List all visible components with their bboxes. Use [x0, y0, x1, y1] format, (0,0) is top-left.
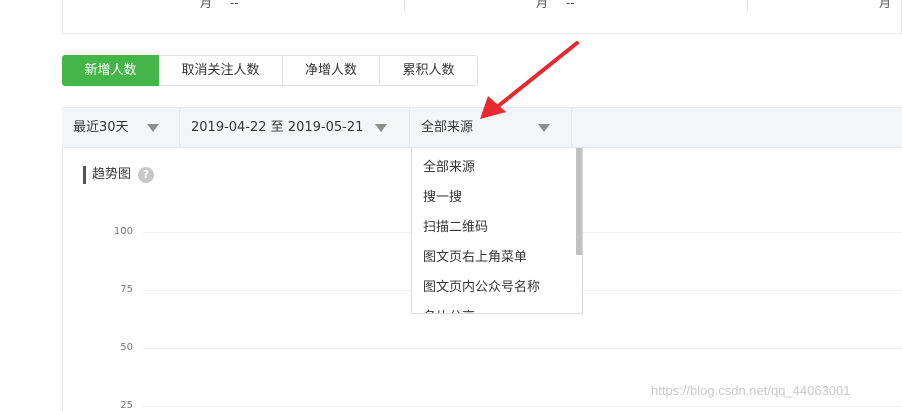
- date-range-picker[interactable]: 2019-04-22 至 2019-05-21: [180, 108, 410, 147]
- metric-tabs: 新增人数 取消关注人数 净增人数 累积人数: [62, 55, 478, 86]
- watermark: https://blog.csdn.net/qq_44063001: [651, 383, 851, 398]
- dropdown-option[interactable]: 扫描二维码: [423, 213, 488, 243]
- range-select-label: 最近30天: [73, 120, 129, 135]
- grid-line: [143, 406, 902, 407]
- help-icon[interactable]: ?: [138, 167, 154, 183]
- source-select[interactable]: 全部来源: [410, 108, 572, 147]
- tab-net-increase[interactable]: 净增人数: [283, 55, 380, 86]
- tab-cumulative-users[interactable]: 累积人数: [380, 55, 478, 86]
- chevron-down-icon: [147, 124, 159, 132]
- dropdown-option[interactable]: 图文页右上角菜单: [423, 243, 527, 273]
- range-select[interactable]: 最近30天: [62, 108, 180, 147]
- dropdown-option[interactable]: 图文页内公众号名称: [423, 273, 540, 303]
- tab-new-users[interactable]: 新增人数: [62, 55, 159, 86]
- grid-line: [143, 348, 902, 349]
- filter-bar: 最近30天 2019-04-22 至 2019-05-21 全部来源: [62, 107, 902, 148]
- y-tick-label: 50: [120, 342, 133, 353]
- chevron-down-icon: [538, 124, 550, 132]
- chevron-down-icon: [375, 124, 387, 132]
- summary-cell-label: 月: [536, 0, 549, 10]
- chart-title: 趋势图: [83, 166, 131, 184]
- dropdown-scrollbar[interactable]: [576, 148, 582, 255]
- tab-unfollow-users[interactable]: 取消关注人数: [159, 55, 283, 86]
- dropdown-option[interactable]: 名片分享: [423, 303, 475, 313]
- y-tick-label: 25: [120, 400, 133, 411]
- summary-cell-label: 月: [879, 0, 892, 10]
- summary-divider: [747, 0, 748, 12]
- summary-cell-value: --: [230, 0, 239, 10]
- summary-cell-value: --: [566, 0, 575, 10]
- y-tick-label: 100: [113, 226, 133, 237]
- source-select-label: 全部来源: [421, 120, 474, 135]
- summary-cell-label: 月: [200, 0, 213, 10]
- summary-divider: [404, 0, 405, 12]
- source-dropdown-menu: 全部来源搜一搜扫描二维码图文页右上角菜单图文页内公众号名称名片分享: [411, 148, 583, 314]
- dropdown-option[interactable]: 全部来源: [423, 153, 475, 183]
- summary-card: [62, 0, 902, 34]
- y-tick-label: 75: [120, 284, 133, 295]
- arrow-shaft: [495, 41, 579, 109]
- dropdown-option[interactable]: 搜一搜: [423, 183, 462, 213]
- date-range-label: 2019-04-22 至 2019-05-21: [191, 120, 364, 135]
